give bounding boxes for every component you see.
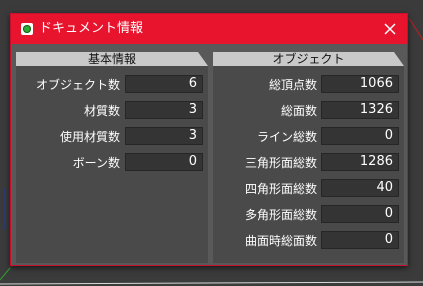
total-lines-value: 0 <box>321 127 399 145</box>
bone-count-row: ボーン数 0 <box>16 153 208 173</box>
basic-info-header: 基本情報 <box>16 52 208 66</box>
object-count-label: オブジェクト数 <box>35 78 120 92</box>
triangle-faces-row: 三角形面総数 1286 <box>213 153 404 173</box>
document-info-dialog: ドキュメント情報 基本情報 オブジェクト数 6 材質数 3 使用材質数 3 ボー… <box>10 13 408 266</box>
polygon-faces-label: 多角形面総数 <box>244 208 317 222</box>
bone-count-label: ボーン数 <box>72 156 120 170</box>
polygon-faces-row: 多角形面総数 0 <box>213 205 404 225</box>
total-vertices-value: 1066 <box>321 75 399 93</box>
title-bar[interactable]: ドキュメント情報 <box>11 14 407 44</box>
total-faces-label: 総面数 <box>280 104 317 118</box>
close-button[interactable] <box>379 18 401 40</box>
triangle-faces-label: 三角形面総数 <box>244 156 317 170</box>
window-title: ドキュメント情報 <box>39 21 144 36</box>
used-material-count-value: 3 <box>125 127 203 145</box>
app-icon <box>21 23 33 35</box>
object-count-value: 6 <box>125 75 203 93</box>
polygon-faces-value: 0 <box>321 205 399 223</box>
quad-faces-value: 40 <box>321 179 399 197</box>
total-lines-label: ライン総数 <box>256 130 317 144</box>
curved-faces-value: 0 <box>321 231 399 249</box>
object-info-panel: オブジェクト 総頂点数 1066 総面数 1326 ライン総数 0 三角形面総数… <box>213 52 404 263</box>
total-lines-row: ライン総数 0 <box>213 127 404 147</box>
curved-faces-label: 曲面時総面数 <box>244 234 317 248</box>
total-faces-value: 1326 <box>321 101 399 119</box>
material-count-value: 3 <box>125 101 203 119</box>
total-faces-row: 総面数 1326 <box>213 101 404 121</box>
material-count-row: 材質数 3 <box>16 101 208 121</box>
quad-faces-row: 四角形面総数 40 <box>213 179 404 199</box>
object-count-row: オブジェクト数 6 <box>16 75 208 95</box>
triangle-faces-value: 1286 <box>321 153 399 171</box>
object-info-header: オブジェクト <box>213 52 404 66</box>
used-material-count-label: 使用材質数 <box>59 130 120 144</box>
material-count-label: 材質数 <box>83 104 120 118</box>
total-vertices-row: 総頂点数 1066 <box>213 75 404 95</box>
bone-count-value: 0 <box>125 153 203 171</box>
close-icon <box>384 23 396 35</box>
used-material-count-row: 使用材質数 3 <box>16 127 208 147</box>
total-vertices-label: 総頂点数 <box>268 78 317 92</box>
basic-info-panel: 基本情報 オブジェクト数 6 材質数 3 使用材質数 3 ボーン数 0 <box>16 52 208 263</box>
quad-faces-label: 四角形面総数 <box>244 182 317 196</box>
curved-faces-row: 曲面時総面数 0 <box>213 231 404 251</box>
